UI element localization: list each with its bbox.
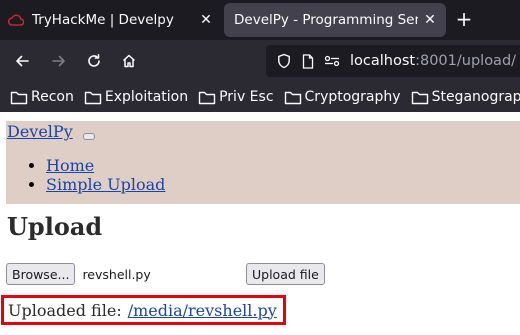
brand-link[interactable]: DevelPy — [7, 122, 73, 141]
upload-file-button[interactable]: Upload file — [246, 263, 325, 285]
bookmark-label: Exploitation — [104, 89, 189, 105]
back-arrow-icon[interactable] — [10, 49, 34, 73]
reload-icon[interactable] — [82, 49, 106, 73]
upload-result-label: Uploaded file: — [8, 300, 122, 320]
address-bar[interactable]: localhost:8001/upload/ — [266, 45, 520, 77]
bookmark-label: Recon — [31, 89, 74, 105]
upload-result-highlight: Uploaded file: /media/revshell.py — [1, 295, 286, 325]
bookmark-folder-exploitation[interactable]: Exploitation — [84, 89, 188, 105]
url-text: localhost:8001/upload/ — [350, 53, 516, 69]
tryhackme-logo-icon — [8, 12, 24, 28]
folder-icon — [198, 91, 216, 104]
url-path: :8001/upload/ — [415, 53, 517, 69]
folder-icon — [411, 91, 428, 104]
nav-item-simple-upload: Simple Upload — [46, 175, 165, 194]
nav-item-home: Home — [46, 156, 165, 175]
web-page: DevelPy Home Simple Upload Upload Browse… — [0, 112, 520, 335]
bookmark-label: Cryptography — [304, 89, 401, 105]
tab-bar: TryHackMe | Develpy ✕ DevelPy - Programm… — [0, 0, 520, 40]
nav-link-home[interactable]: Home — [46, 156, 94, 175]
tab-title: DevelPy - Programming Servi — [234, 12, 418, 28]
navbar-toggler-button[interactable] — [83, 133, 95, 140]
bookmark-folder-priv-esc[interactable]: Priv Esc — [198, 89, 274, 105]
bookmark-label: Steganography — [431, 89, 520, 105]
page-title: Upload — [7, 212, 103, 241]
selected-file-name: revshell.py — [82, 266, 151, 282]
navigation-toolbar: localhost:8001/upload/ — [0, 40, 520, 82]
folder-icon — [284, 91, 301, 104]
bookmark-folder-steganography[interactable]: Steganography — [411, 89, 520, 105]
bookmark-label: Priv Esc — [219, 89, 274, 105]
bookmark-folder-cryptography[interactable]: Cryptography — [284, 89, 401, 105]
file-input[interactable]: Browse... revshell.py — [6, 263, 151, 285]
browse-button[interactable]: Browse... — [6, 263, 76, 285]
connection-settings-icon[interactable] — [324, 53, 340, 69]
tracking-shield-icon[interactable] — [276, 53, 292, 69]
home-icon[interactable] — [117, 49, 141, 73]
new-tab-button[interactable]: + — [452, 8, 476, 32]
page-info-icon[interactable] — [300, 53, 316, 69]
url-host: localhost — [350, 53, 416, 69]
bookmarks-toolbar: Recon Exploitation Priv Esc Cryptography… — [0, 82, 520, 112]
close-tab-icon[interactable]: ✕ — [418, 8, 442, 32]
forward-arrow-icon[interactable] — [47, 49, 71, 73]
close-tab-icon[interactable]: ✕ — [194, 8, 218, 32]
bookmark-folder-recon[interactable]: Recon — [10, 89, 74, 105]
nav-list: Home Simple Upload — [32, 156, 165, 194]
tab-develpy[interactable]: DevelPy - Programming Servi ✕ — [224, 3, 446, 37]
tab-tryhackme[interactable]: TryHackMe | Develpy ✕ — [0, 3, 222, 37]
nav-link-simple-upload[interactable]: Simple Upload — [46, 175, 165, 194]
folder-icon — [84, 91, 102, 104]
tab-title: TryHackMe | Develpy — [32, 12, 174, 28]
uploaded-file-link[interactable]: /media/revshell.py — [128, 301, 277, 320]
site-navbar: DevelPy Home Simple Upload — [6, 121, 520, 204]
folder-icon — [10, 91, 28, 104]
